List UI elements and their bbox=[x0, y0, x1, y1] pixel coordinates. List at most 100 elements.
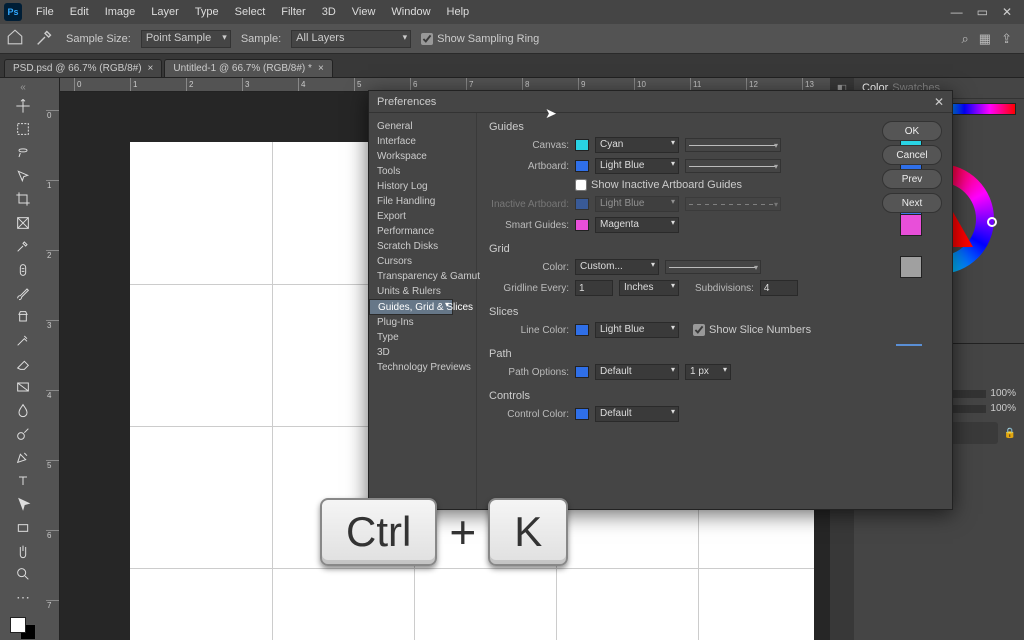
cat-guides-grid-slices[interactable]: Guides, Grid & Slices bbox=[369, 299, 453, 315]
ok-button[interactable]: OK bbox=[882, 121, 942, 141]
menu-help[interactable]: Help bbox=[439, 6, 478, 18]
gridline-unit-select[interactable]: Inches bbox=[619, 280, 679, 296]
cat-3d[interactable]: 3D bbox=[369, 345, 476, 360]
next-button[interactable]: Next bbox=[882, 193, 942, 213]
crop-tool[interactable] bbox=[9, 189, 37, 210]
section-guides: Guides bbox=[489, 121, 940, 133]
window-close-icon[interactable]: ✕ bbox=[1002, 5, 1012, 19]
history-brush-tool[interactable] bbox=[9, 329, 37, 350]
subdivisions-input[interactable] bbox=[760, 280, 798, 296]
clone-tool[interactable] bbox=[9, 306, 37, 327]
close-icon[interactable]: × bbox=[318, 63, 324, 74]
menu-view[interactable]: View bbox=[344, 6, 384, 18]
cat-file-handling[interactable]: File Handling bbox=[369, 194, 476, 209]
tab-untitled[interactable]: Untitled-1 @ 66.7% (RGB/8#) *× bbox=[164, 59, 332, 77]
path-select-tool[interactable] bbox=[9, 493, 37, 514]
eyedropper-tool-icon[interactable] bbox=[34, 26, 56, 51]
edit-toolbar[interactable]: ⋯ bbox=[9, 587, 37, 608]
menu-layer[interactable]: Layer bbox=[143, 6, 187, 18]
frame-tool[interactable] bbox=[9, 212, 37, 233]
blur-tool[interactable] bbox=[9, 400, 37, 421]
collapse-icon[interactable]: « bbox=[20, 82, 26, 93]
cat-plugins[interactable]: Plug-Ins bbox=[369, 315, 476, 330]
tab-psd[interactable]: PSD.psd @ 66.7% (RGB/8#)× bbox=[4, 59, 162, 77]
show-sampling-ring-check[interactable]: Show Sampling Ring bbox=[421, 33, 539, 45]
cat-tools[interactable]: Tools bbox=[369, 164, 476, 179]
path-options-select[interactable]: Default bbox=[595, 364, 679, 380]
menu-window[interactable]: Window bbox=[383, 6, 438, 18]
eraser-tool[interactable] bbox=[9, 353, 37, 374]
slice-swatch bbox=[575, 324, 589, 336]
type-tool[interactable] bbox=[9, 470, 37, 491]
healing-tool[interactable] bbox=[9, 259, 37, 280]
dodge-tool[interactable] bbox=[9, 423, 37, 444]
menu-image[interactable]: Image bbox=[97, 6, 144, 18]
window-minimize-icon[interactable]: — bbox=[951, 5, 963, 19]
cat-type[interactable]: Type bbox=[369, 330, 476, 345]
cat-scratch-disks[interactable]: Scratch Disks bbox=[369, 239, 476, 254]
cancel-button[interactable]: Cancel bbox=[882, 145, 942, 165]
zoom-tool[interactable] bbox=[9, 564, 37, 585]
canvas-color-select[interactable]: Cyan bbox=[595, 137, 679, 153]
cat-workspace[interactable]: Workspace bbox=[369, 149, 476, 164]
menu-select[interactable]: Select bbox=[227, 6, 274, 18]
cat-general[interactable]: General bbox=[369, 119, 476, 134]
canvas-style-select[interactable] bbox=[685, 138, 781, 152]
grid-color-select[interactable]: Custom... bbox=[575, 259, 659, 275]
slice-color-select[interactable]: Light Blue bbox=[595, 322, 679, 338]
window-maximize-icon[interactable]: ▭ bbox=[977, 5, 988, 19]
workspace-icon[interactable]: ▦ bbox=[979, 31, 991, 47]
cat-cursors[interactable]: Cursors bbox=[369, 254, 476, 269]
opacity-value[interactable]: 100% bbox=[990, 388, 1016, 399]
subdivisions-label: Subdivisions: bbox=[695, 283, 754, 294]
cat-performance[interactable]: Performance bbox=[369, 224, 476, 239]
menu-filter[interactable]: Filter bbox=[273, 6, 313, 18]
grid-style-select[interactable] bbox=[665, 260, 761, 274]
close-icon[interactable]: ✕ bbox=[934, 95, 944, 109]
section-grid: Grid bbox=[489, 243, 940, 255]
cat-units-rulers[interactable]: Units & Rulers bbox=[369, 284, 476, 299]
lasso-tool[interactable] bbox=[9, 142, 37, 163]
hand-tool[interactable] bbox=[9, 540, 37, 561]
prev-button[interactable]: Prev bbox=[882, 169, 942, 189]
dialog-title-bar[interactable]: Preferences ✕ bbox=[369, 91, 952, 113]
artboard-style-select[interactable] bbox=[685, 159, 781, 173]
cat-export[interactable]: Export bbox=[369, 209, 476, 224]
lock-icon[interactable]: 🔒 bbox=[1004, 428, 1016, 439]
share-icon[interactable]: ⇪ bbox=[1001, 31, 1012, 47]
cat-history-log[interactable]: History Log bbox=[369, 179, 476, 194]
smart-guides-label: Smart Guides: bbox=[489, 220, 569, 231]
search-icon[interactable]: ⌕ bbox=[962, 31, 969, 47]
smart-preview-swatch bbox=[900, 214, 922, 236]
brush-tool[interactable] bbox=[9, 283, 37, 304]
cat-tech-previews[interactable]: Technology Previews bbox=[369, 360, 476, 375]
marquee-tool[interactable] bbox=[9, 118, 37, 139]
cat-interface[interactable]: Interface bbox=[369, 134, 476, 149]
path-width-select[interactable]: 1 px bbox=[685, 364, 731, 380]
quick-select-tool[interactable] bbox=[9, 165, 37, 186]
show-inactive-artboard-check[interactable]: Show Inactive Artboard Guides bbox=[575, 179, 742, 191]
gridline-every-input[interactable] bbox=[575, 280, 613, 296]
sample-select[interactable]: All Layers bbox=[291, 30, 411, 48]
home-icon[interactable] bbox=[6, 28, 24, 49]
show-slice-numbers-check[interactable]: Show Slice Numbers bbox=[693, 324, 811, 336]
sample-size-select[interactable]: Point Sample bbox=[141, 30, 231, 48]
menu-type[interactable]: Type bbox=[187, 6, 227, 18]
artboard-color-select[interactable]: Light Blue bbox=[595, 158, 679, 174]
smart-guides-select[interactable]: Magenta bbox=[595, 217, 679, 233]
rectangle-tool[interactable] bbox=[9, 517, 37, 538]
control-color-select[interactable]: Default bbox=[595, 406, 679, 422]
menu-3d[interactable]: 3D bbox=[314, 6, 344, 18]
color-swatches[interactable] bbox=[10, 617, 36, 640]
gradient-tool[interactable] bbox=[9, 376, 37, 397]
pen-tool[interactable] bbox=[9, 447, 37, 468]
control-swatch bbox=[575, 408, 589, 420]
fill-value[interactable]: 100% bbox=[990, 403, 1016, 414]
menu-file[interactable]: File bbox=[28, 6, 62, 18]
artboard-swatch bbox=[575, 160, 589, 172]
menu-edit[interactable]: Edit bbox=[62, 6, 97, 18]
eyedropper-tool[interactable] bbox=[9, 236, 37, 257]
cat-transparency[interactable]: Transparency & Gamut bbox=[369, 269, 476, 284]
move-tool[interactable] bbox=[9, 95, 37, 116]
close-icon[interactable]: × bbox=[148, 63, 154, 74]
